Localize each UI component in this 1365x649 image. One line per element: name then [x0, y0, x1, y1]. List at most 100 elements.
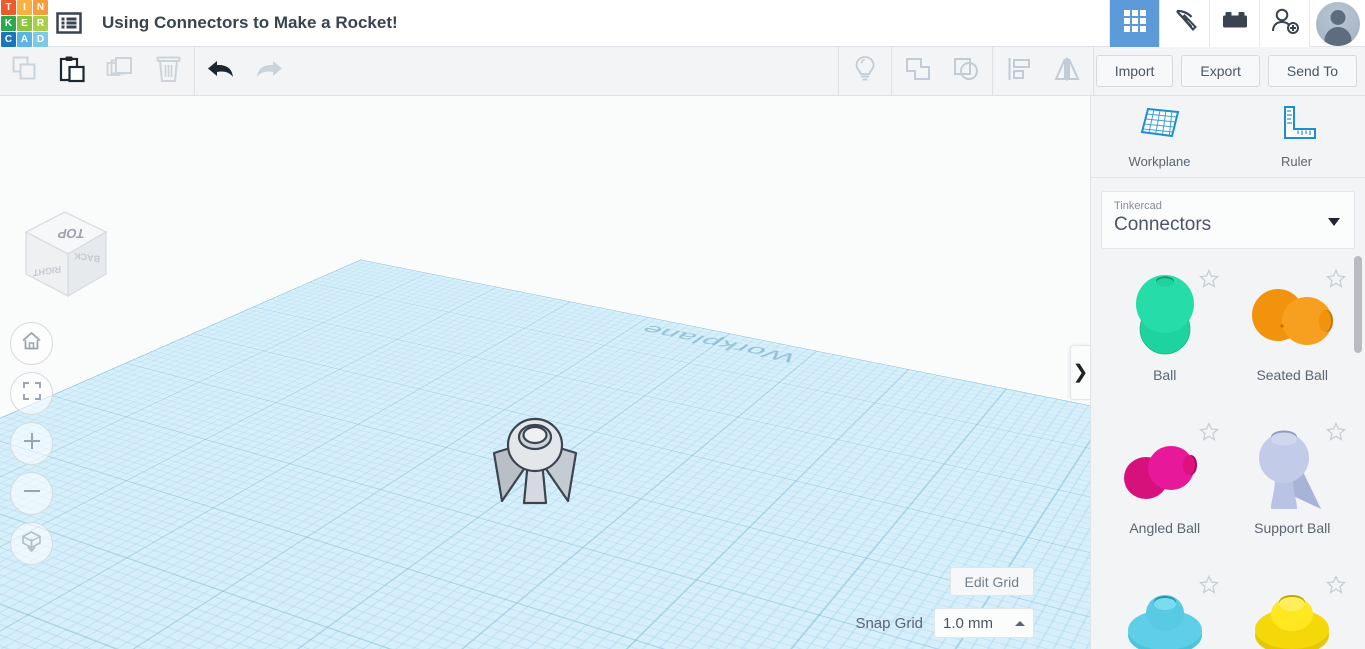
- redo-button[interactable]: [245, 47, 293, 95]
- workplane-tool-label: Workplane: [1128, 153, 1191, 169]
- shape-thumbnail: [1246, 577, 1338, 649]
- lightbulb-icon: [853, 55, 877, 88]
- shape-item-ball[interactable]: Ball: [1101, 255, 1229, 408]
- snap-grid-value: 1.0 mm: [943, 614, 994, 632]
- workplane-label: Workplane: [634, 322, 802, 366]
- favorite-star-icon[interactable]: [1325, 268, 1347, 289]
- favorite-star-icon[interactable]: [1198, 574, 1219, 595]
- list-properties-icon[interactable]: [48, 0, 90, 47]
- export-button[interactable]: Export: [1181, 55, 1260, 87]
- avatar[interactable]: [1309, 0, 1365, 47]
- ruler-tool[interactable]: Ruler: [1228, 96, 1365, 177]
- pickaxe-icon: [1171, 7, 1199, 40]
- panel-collapse-toggle[interactable]: ❯: [1070, 345, 1090, 400]
- panel-tools: Workplane Ruler: [1091, 96, 1365, 178]
- redo-arrow-icon: [254, 57, 284, 86]
- box-view-icon: [21, 530, 42, 557]
- workplane-icon: [1138, 105, 1182, 148]
- svg-text:TOP: TOP: [56, 226, 86, 241]
- undo-arrow-icon: [206, 57, 236, 86]
- logo-tile: R: [33, 16, 48, 31]
- chevron-up-icon: [1015, 620, 1025, 626]
- logo-tile: T: [1, 0, 16, 15]
- group-shapes-icon: [904, 56, 932, 87]
- ortho-perspective-button[interactable]: [10, 522, 53, 565]
- snap-grid-controls: Snap Grid 1.0 mm: [855, 608, 1034, 638]
- delete-button[interactable]: [144, 47, 192, 95]
- header-actions: [1109, 0, 1365, 47]
- logo-tile: A: [17, 32, 32, 47]
- toolbar-divider: [1093, 47, 1094, 95]
- duplicate-button[interactable]: [96, 47, 144, 95]
- align-button[interactable]: [995, 47, 1043, 95]
- group-button[interactable]: [894, 47, 942, 95]
- shape-item-socket-cyan[interactable]: [1101, 561, 1229, 649]
- chevron-down-icon: [1328, 218, 1340, 226]
- ungroup-shapes-icon: [952, 56, 980, 87]
- fit-view-button[interactable]: [10, 372, 53, 415]
- logo-tile: K: [1, 16, 16, 31]
- shape-thumbnail: [1119, 577, 1211, 649]
- home-view-button[interactable]: [10, 322, 53, 365]
- logo-tile: N: [33, 0, 48, 15]
- rocket-model[interactable]: [480, 409, 590, 514]
- scrollbar-thumb[interactable]: [1354, 256, 1362, 353]
- copy-icon: [11, 55, 38, 87]
- user-avatar-image: [1315, 1, 1360, 46]
- shape-item-support-ball[interactable]: Support Ball: [1229, 408, 1357, 561]
- minus-icon: [22, 481, 42, 506]
- favorite-star-icon[interactable]: [1198, 268, 1219, 289]
- app-header: T I N K E R C A D Using Connectors to Ma…: [0, 0, 1365, 47]
- undo-button[interactable]: [197, 47, 245, 95]
- view-cube[interactable]: TOP RIGHT BACK: [18, 204, 113, 304]
- edit-toolbar: Import Export Send To: [0, 47, 1365, 96]
- shape-library-dropdown[interactable]: Tinkercad Connectors: [1101, 191, 1355, 249]
- view-nav-buttons: [10, 322, 53, 565]
- align-icon: [1006, 56, 1032, 87]
- trash-icon: [156, 55, 181, 88]
- zoom-in-button[interactable]: [10, 422, 53, 465]
- panel-scrollbar[interactable]: [1354, 256, 1362, 636]
- brick-icon: [1221, 10, 1249, 37]
- invite-button[interactable]: [1259, 0, 1309, 47]
- copy-button[interactable]: [0, 47, 48, 95]
- favorite-star-icon[interactable]: [1198, 421, 1219, 442]
- blocks-button[interactable]: [1209, 0, 1259, 47]
- grid-icon: [1122, 8, 1148, 39]
- fit-to-screen-icon: [22, 381, 42, 406]
- mirror-button[interactable]: [1043, 47, 1091, 95]
- snap-grid-select[interactable]: 1.0 mm: [934, 608, 1034, 638]
- zoom-out-button[interactable]: [10, 472, 53, 515]
- ruler-tool-label: Ruler: [1280, 153, 1313, 169]
- home-icon: [21, 331, 42, 356]
- edit-grid-button[interactable]: Edit Grid: [949, 567, 1034, 596]
- send-to-button[interactable]: Send To: [1267, 55, 1357, 87]
- favorite-star-icon[interactable]: [1325, 421, 1347, 442]
- logo-tile: C: [1, 32, 16, 47]
- paste-button[interactable]: [48, 47, 96, 95]
- shape-thumbnail: [1119, 424, 1211, 516]
- toolbar-divider: [194, 47, 195, 95]
- mirror-flip-icon: [1053, 56, 1081, 87]
- import-button[interactable]: Import: [1095, 55, 1174, 87]
- shape-item-socket-yellow[interactable]: [1229, 561, 1357, 649]
- workplane-tool[interactable]: Workplane: [1091, 96, 1228, 177]
- ruler-icon: [1276, 105, 1318, 148]
- shape-label: Ball: [1153, 367, 1177, 383]
- toolbar-divider: [992, 47, 993, 95]
- page-title: Using Connectors to Make a Rocket!: [102, 13, 398, 32]
- 3d-canvas[interactable]: Workplane TOP RIGHT BACK ❯ Edit Grid Sna…: [0, 96, 1090, 649]
- tinkercad-logo[interactable]: T I N K E R C A D: [0, 0, 48, 47]
- shape-item-seated-ball[interactable]: Seated Ball: [1229, 255, 1357, 408]
- logo-tile: E: [17, 16, 32, 31]
- ungroup-button[interactable]: [942, 47, 990, 95]
- favorite-star-icon[interactable]: [1325, 574, 1347, 595]
- plus-icon: [22, 431, 42, 456]
- shape-item-angled-ball[interactable]: Angled Ball: [1101, 408, 1229, 561]
- shape-thumbnail: [1246, 424, 1338, 516]
- learn-button[interactable]: [1159, 0, 1209, 47]
- shape-library-grid: Ball Seated Ball Angled Ball Support Bal…: [1091, 251, 1365, 649]
- note-button[interactable]: [841, 47, 889, 95]
- toolbar-actions: Import Export Send To: [1095, 47, 1357, 95]
- design-grid-button[interactable]: [1109, 0, 1159, 47]
